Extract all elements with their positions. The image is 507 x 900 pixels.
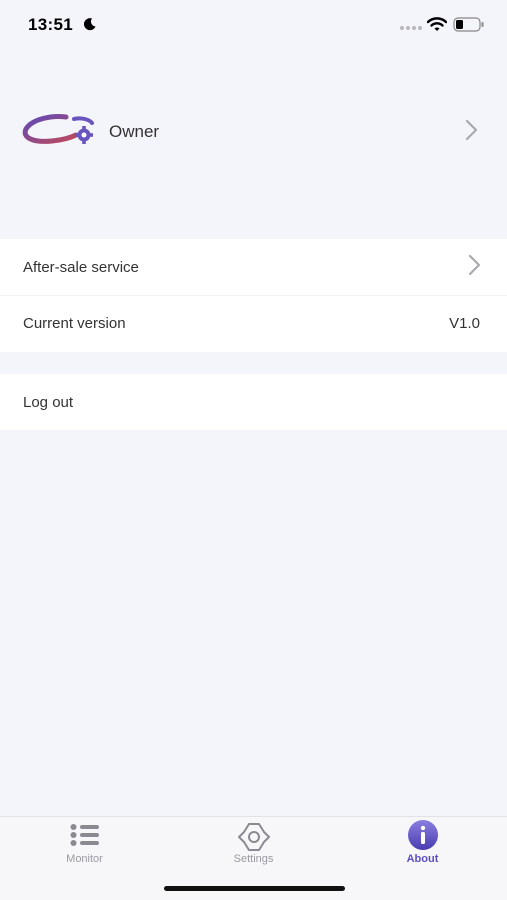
info-icon <box>407 820 438 850</box>
brand-logo <box>22 114 94 144</box>
status-time: 13:51 <box>28 15 73 34</box>
logout-label: Log out <box>23 393 74 411</box>
logout-row[interactable]: Log out <box>0 374 507 430</box>
owner-name: Owner <box>109 122 160 141</box>
home-indicator <box>164 886 345 891</box>
info-group: After-sale service Current version V1.0 <box>0 239 507 352</box>
profile-row[interactable]: Owner <box>0 95 507 167</box>
signal-icon <box>400 26 422 30</box>
tab-about[interactable]: About <box>338 817 507 877</box>
wifi-icon <box>427 17 447 31</box>
after-sale-service-label: After-sale service <box>23 258 139 276</box>
account-group: Log out <box>0 374 507 430</box>
tab-settings-label: Settings <box>233 853 274 865</box>
tab-monitor[interactable]: Monitor <box>0 817 169 877</box>
gear-icon <box>237 823 270 851</box>
after-sale-service-row[interactable]: After-sale service <box>0 239 507 295</box>
about-screen: 13:51 Owner After-sale service Current v… <box>0 0 507 900</box>
current-version-value: V1.0 <box>449 315 480 332</box>
status-bar: 13:51 <box>0 0 507 52</box>
tab-about-label: About <box>406 853 439 865</box>
tab-monitor-label: Monitor <box>66 853 103 865</box>
current-version-row: Current version V1.0 <box>0 295 507 351</box>
chevron-right-icon <box>468 254 481 276</box>
list-icon <box>70 824 99 846</box>
moon-icon <box>83 18 96 31</box>
current-version-label: Current version <box>23 315 126 332</box>
battery-icon <box>453 17 484 32</box>
tab-settings[interactable]: Settings <box>169 817 338 877</box>
chevron-right-icon[interactable] <box>465 119 479 141</box>
